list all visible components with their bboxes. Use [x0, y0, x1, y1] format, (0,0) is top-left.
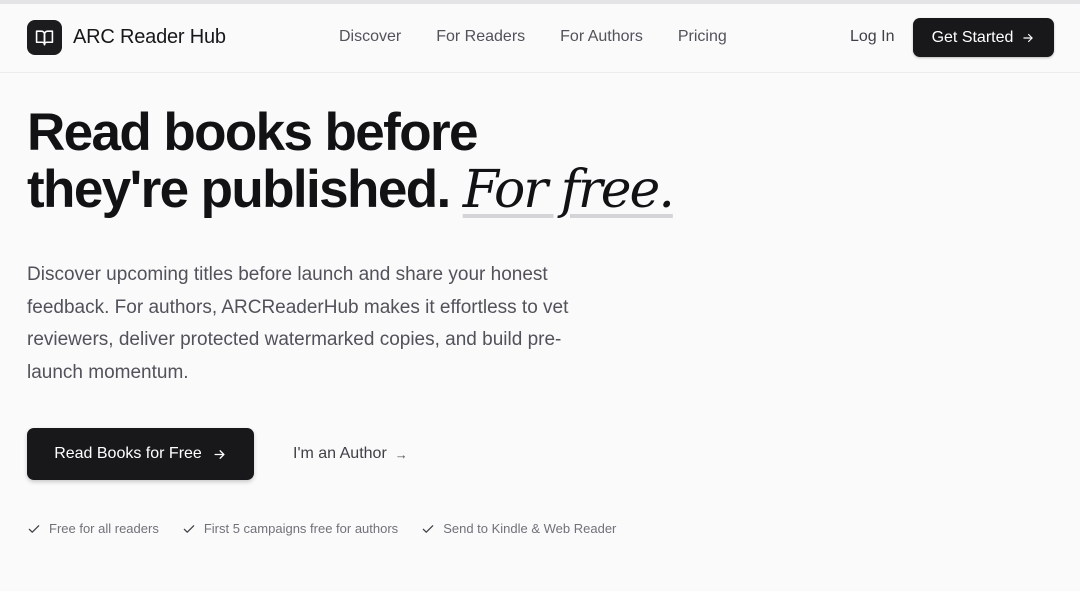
brand-logo-link[interactable]: ARC Reader Hub: [27, 20, 226, 55]
nav-item-discover[interactable]: Discover: [339, 28, 401, 46]
im-an-author-button[interactable]: I'm an Author →: [281, 428, 420, 480]
feature-item: First 5 campaigns free for authors: [182, 521, 398, 536]
hero-description: Discover upcoming titles before launch a…: [27, 264, 569, 383]
get-started-label: Get Started: [931, 28, 1014, 46]
hero-title-accent: For free.: [462, 160, 675, 220]
read-books-free-button[interactable]: Read Books for Free: [27, 428, 254, 480]
get-started-button[interactable]: Get Started: [913, 18, 1054, 57]
read-books-free-label: Read Books for Free: [54, 445, 202, 462]
feature-list: Free for all readers First 5 campaigns f…: [27, 521, 639, 536]
nav-item-for-authors[interactable]: For Authors: [560, 28, 643, 46]
hero-title-line-2-wrap: they're published. For free.: [27, 160, 675, 220]
check-icon: [28, 524, 40, 533]
brand-name: ARC Reader Hub: [73, 26, 226, 48]
check-icon: [422, 524, 434, 533]
arrow-right-icon: [1023, 33, 1034, 42]
check-icon: [183, 524, 195, 533]
feature-label: First 5 campaigns free for authors: [203, 521, 399, 536]
feature-item: Send to Kindle & Web Reader: [421, 521, 616, 536]
hero-title-line-1: Read books before: [27, 103, 479, 162]
feature-item: Free for all readers: [27, 521, 159, 536]
hero-title-line-2: they're published.: [27, 160, 451, 219]
main-nav: Discover For Readers For Authors Pricing: [339, 28, 762, 46]
hero-title: Read books before they're published. For…: [27, 103, 675, 220]
feature-label: Free for all readers: [49, 521, 159, 536]
feature-label: Send to Kindle & Web Reader: [443, 521, 617, 536]
im-an-author-label: I'm an Author: [293, 445, 387, 462]
arrow-right-icon: →: [394, 446, 408, 462]
book-open-icon: [27, 20, 62, 55]
login-link[interactable]: Log In: [850, 28, 894, 46]
arrow-right-icon: [214, 449, 225, 459]
nav-item-pricing[interactable]: Pricing: [678, 28, 727, 46]
nav-item-for-readers[interactable]: For Readers: [436, 28, 525, 46]
site-header: ARC Reader Hub Discover For Readers For …: [0, 4, 1080, 73]
